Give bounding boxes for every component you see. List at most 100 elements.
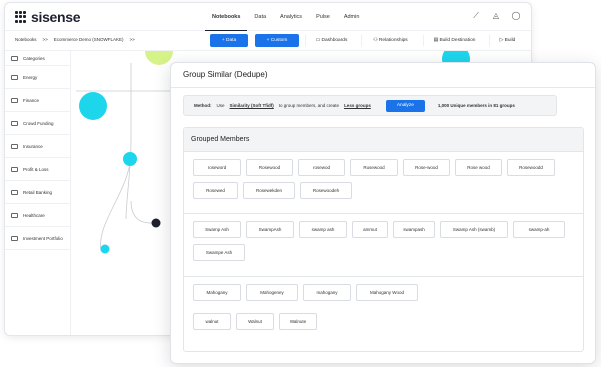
group-similar-modal: Group Similar (Dedupe) Method: Use Simil… [170,62,596,364]
analyze-button[interactable]: Analyze [385,99,425,112]
unique-members-summary: 1,000 Unique members in 81 groups [437,103,515,108]
sidebar-item-healthcare[interactable]: Healthcare [5,204,70,227]
add-custom-button[interactable]: + Custom [255,34,299,47]
sidebar-item-label: Investment Portfolio [23,235,63,241]
member-chip[interactable]: Mahogany [193,284,241,301]
method-algorithm-select[interactable]: Similarity (Soft Tfidf) [230,103,274,108]
sidebar-item-finance[interactable]: Finance [5,89,70,112]
sisense-logo[interactable]: sisense [15,9,81,25]
sidebar-item-label: Insurance [23,143,43,149]
member-chip[interactable]: Walnute [279,313,317,330]
member-chip[interactable]: Swamp Ash (swamb) [440,221,508,238]
top-navbar: sisense Notebooks Data Analytics Pulse A… [5,3,531,31]
grouped-members-panel: Grouped Members roseword Rosewood rosewo… [183,127,584,352]
sidebar-item-profit-loss[interactable]: Profit & Loss [5,158,70,181]
sidebar-item-crowd-funding[interactable]: Crowd Funding [5,112,70,135]
member-chip[interactable]: swamp-ah [513,221,565,238]
table-node-cyan-small[interactable] [100,244,110,254]
nav-notebooks[interactable]: Notebooks [205,3,248,31]
table-node-lime[interactable] [145,51,173,65]
breadcrumb-separator: >> [42,37,48,42]
method-bar: Method: Use Similarity (Soft Tfidf) to g… [183,95,557,116]
sidebar-item-label: Profit & Loss [23,166,49,172]
groups-amount-select[interactable]: Less groups [344,103,371,108]
breadcrumb-model[interactable]: Ecommerce Demo (SNOWFLAKE) [54,37,124,42]
member-group: Mahogany Mahogeney mahogany Mahogany Woo… [184,277,583,349]
method-middle-text: to group members, and create [278,103,340,108]
folder-icon [11,235,18,241]
member-group: Swamp Ash SwampAsh swamp ash ammut swamp… [184,214,583,277]
toolbar: Notebooks >> Ecommerce Demo (SNOWFLAKE) … [5,31,531,51]
method-use-text: Use [216,103,225,108]
table-node-dark[interactable] [151,218,161,228]
folder-icon [11,166,18,172]
member-chip[interactable]: Rosewood [246,159,293,176]
sidebar-item-label: Finance [23,97,40,103]
member-chip[interactable]: swamp ash [299,221,347,238]
nav-data[interactable]: Data [247,3,273,31]
folder-icon [11,143,18,149]
build-destination-button[interactable]: ▤ Build Destination [423,34,485,47]
folder-icon [11,120,18,126]
member-chip[interactable]: Swampe Ash [193,244,245,261]
member-chip[interactable]: Rosewekden [243,182,295,199]
sidebar: Categories Energy Finance Crowd Funding … [5,51,71,335]
sidebar-item-retail-banking[interactable]: Retail Banking [5,181,70,204]
member-chip[interactable]: roseword [193,159,241,176]
divider [171,87,595,88]
member-chip[interactable]: SwampAsh [246,221,294,238]
breadcrumb-notebooks[interactable]: Notebooks [15,37,37,42]
folder-icon [11,97,18,103]
member-group: roseword Rosewood rosewod Rusewood Rose-… [184,152,583,214]
sidebar-item-label: Retail Banking [23,189,53,195]
member-chip[interactable]: Rosewoodd [507,159,555,176]
sidebar-item-investment-portfolio[interactable]: Investment Portfolio [5,227,70,250]
member-chip[interactable]: Mahogeney [246,284,298,301]
member-chip[interactable]: Rose wood [455,159,502,176]
logo-text: sisense [31,9,81,25]
member-chip[interactable]: Rose-wood [403,159,450,176]
breadcrumb: Notebooks >> Ecommerce Demo (SNOWFLAKE) … [15,37,135,42]
build-button[interactable]: ▷ Build [489,34,525,47]
table-node-cyan-medium[interactable] [123,152,137,166]
dashboards-button[interactable]: ▭ Dashboards [305,34,357,47]
user-icon[interactable]: ◯ [511,11,521,21]
nav-pulse[interactable]: Pulse [309,3,337,31]
build-label: Build [504,38,516,43]
method-label: Method: [194,103,212,108]
connector-line [125,63,132,220]
member-chip[interactable]: ammut [352,221,388,238]
relationships-button[interactable]: ⚇ Relationships [361,34,419,47]
member-chip[interactable]: Walnut [236,313,274,330]
member-chip[interactable]: swampash [393,221,435,238]
build-destination-label: Build Destination [439,38,476,43]
folder-icon [11,189,18,195]
nav-analytics[interactable]: Analytics [273,3,309,31]
sidebar-item-label: Healthcare [23,212,45,218]
bell-icon[interactable]: ◬ [491,11,501,21]
grouped-members-title: Grouped Members [184,128,583,152]
connector-line [100,150,132,252]
sidebar-item-insurance[interactable]: Insurance [5,135,70,158]
member-chip[interactable]: Mahogany Wood [356,284,418,301]
sidebar-item-label: Categories [23,55,45,61]
relationships-label: Relationships [378,38,408,43]
member-chip[interactable]: rosewod [298,159,345,176]
dashboards-label: Dashboards [321,38,348,43]
chart-icon[interactable]: ⟋ [471,11,481,21]
nav-admin[interactable]: Admin [337,3,367,31]
logo-mark-icon [15,11,27,23]
sidebar-item-energy[interactable]: Energy [5,66,70,89]
member-chip[interactable]: mahogany [303,284,351,301]
add-data-button[interactable]: + Data [210,34,248,47]
member-chip[interactable]: Swamp Ash [193,221,241,238]
member-chip[interactable]: Rosewoodeh [300,182,352,199]
member-chip[interactable]: walnut [193,313,231,330]
connector-line [130,200,157,224]
member-chip[interactable]: Rusewood [350,159,398,176]
table-node-cyan-large[interactable] [79,92,107,120]
folder-icon [11,212,18,218]
folder-icon [11,74,18,80]
sidebar-item-categories[interactable]: Categories [5,51,70,66]
member-chip[interactable]: Rosewed [193,182,238,199]
